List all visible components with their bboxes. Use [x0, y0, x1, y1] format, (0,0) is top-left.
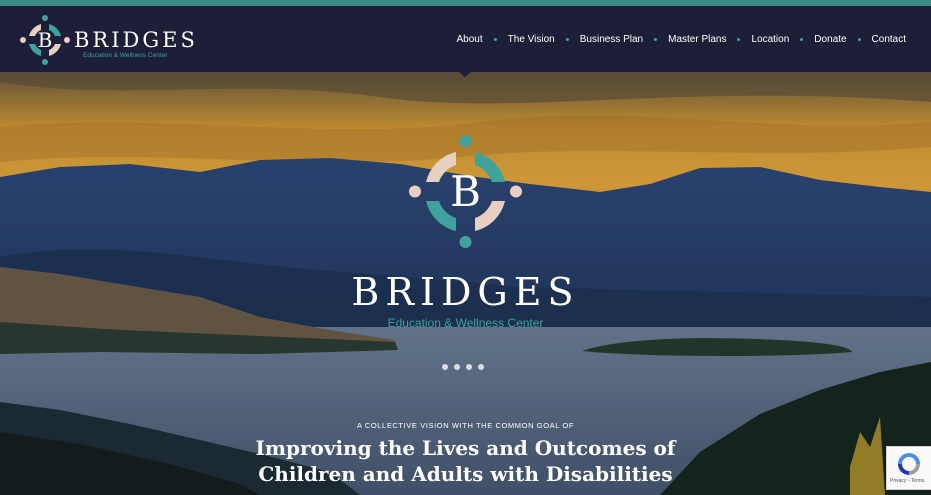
slider-pagination — [442, 364, 490, 370]
hero-headline: Improving the Lives and Outcomes of Chil… — [0, 435, 931, 487]
nav-about[interactable]: About — [457, 34, 483, 45]
slider-dot-2[interactable] — [454, 364, 460, 370]
recaptcha-links[interactable]: Privacy - Terms — [890, 478, 924, 484]
slider-dot-4[interactable] — [478, 364, 484, 370]
nav-business-plan[interactable]: Business Plan — [580, 34, 643, 45]
hero-title: BRIDGES — [351, 270, 580, 314]
hero-subtitle: Education & Wellness Center — [387, 316, 544, 330]
header-notch-bottom — [459, 72, 471, 77]
nav-separator-dot — [654, 38, 658, 41]
hero-slider: B BRIDGES Education & Wellness Center A … — [0, 72, 931, 495]
recaptcha-icon — [898, 453, 920, 475]
logo-tagline: Education & Wellness Center — [83, 52, 168, 59]
header-logo[interactable]: B BRIDGES Education & Wellness Center — [19, 14, 195, 66]
nav-location[interactable]: Location — [751, 34, 789, 45]
main-navigation: About The Vision Business Plan Master Pl… — [457, 34, 906, 45]
nav-contact[interactable]: Contact — [872, 34, 906, 45]
recaptcha-badge[interactable]: Privacy - Terms — [886, 446, 931, 490]
nav-separator-dot — [737, 38, 741, 41]
nav-the-vision[interactable]: The Vision — [508, 34, 555, 45]
hero-emblem-icon: B — [409, 135, 522, 248]
nav-separator-dot — [857, 38, 861, 41]
nav-master-plans[interactable]: Master Plans — [668, 34, 726, 45]
nav-separator-dot — [493, 38, 497, 41]
nav-separator-dot — [565, 38, 569, 41]
logo-letter: B — [38, 28, 53, 52]
hero-kicker: A COLLECTIVE VISION WITH THE COMMON GOAL… — [356, 421, 575, 430]
hero-emblem-letter: B — [450, 167, 481, 216]
slider-dot-1[interactable] — [442, 364, 448, 370]
slider-dot-3[interactable] — [466, 364, 472, 370]
hero-headline-line-2: Children and Adults with Disabilities — [258, 462, 673, 486]
nav-donate[interactable]: Donate — [814, 34, 846, 45]
nav-separator-dot — [800, 38, 804, 41]
logo-wordmark: BRIDGES — [74, 28, 198, 52]
hero-headline-line-1: Improving the Lives and Outcomes of — [255, 436, 676, 460]
bridges-emblem-icon: B — [20, 15, 70, 65]
